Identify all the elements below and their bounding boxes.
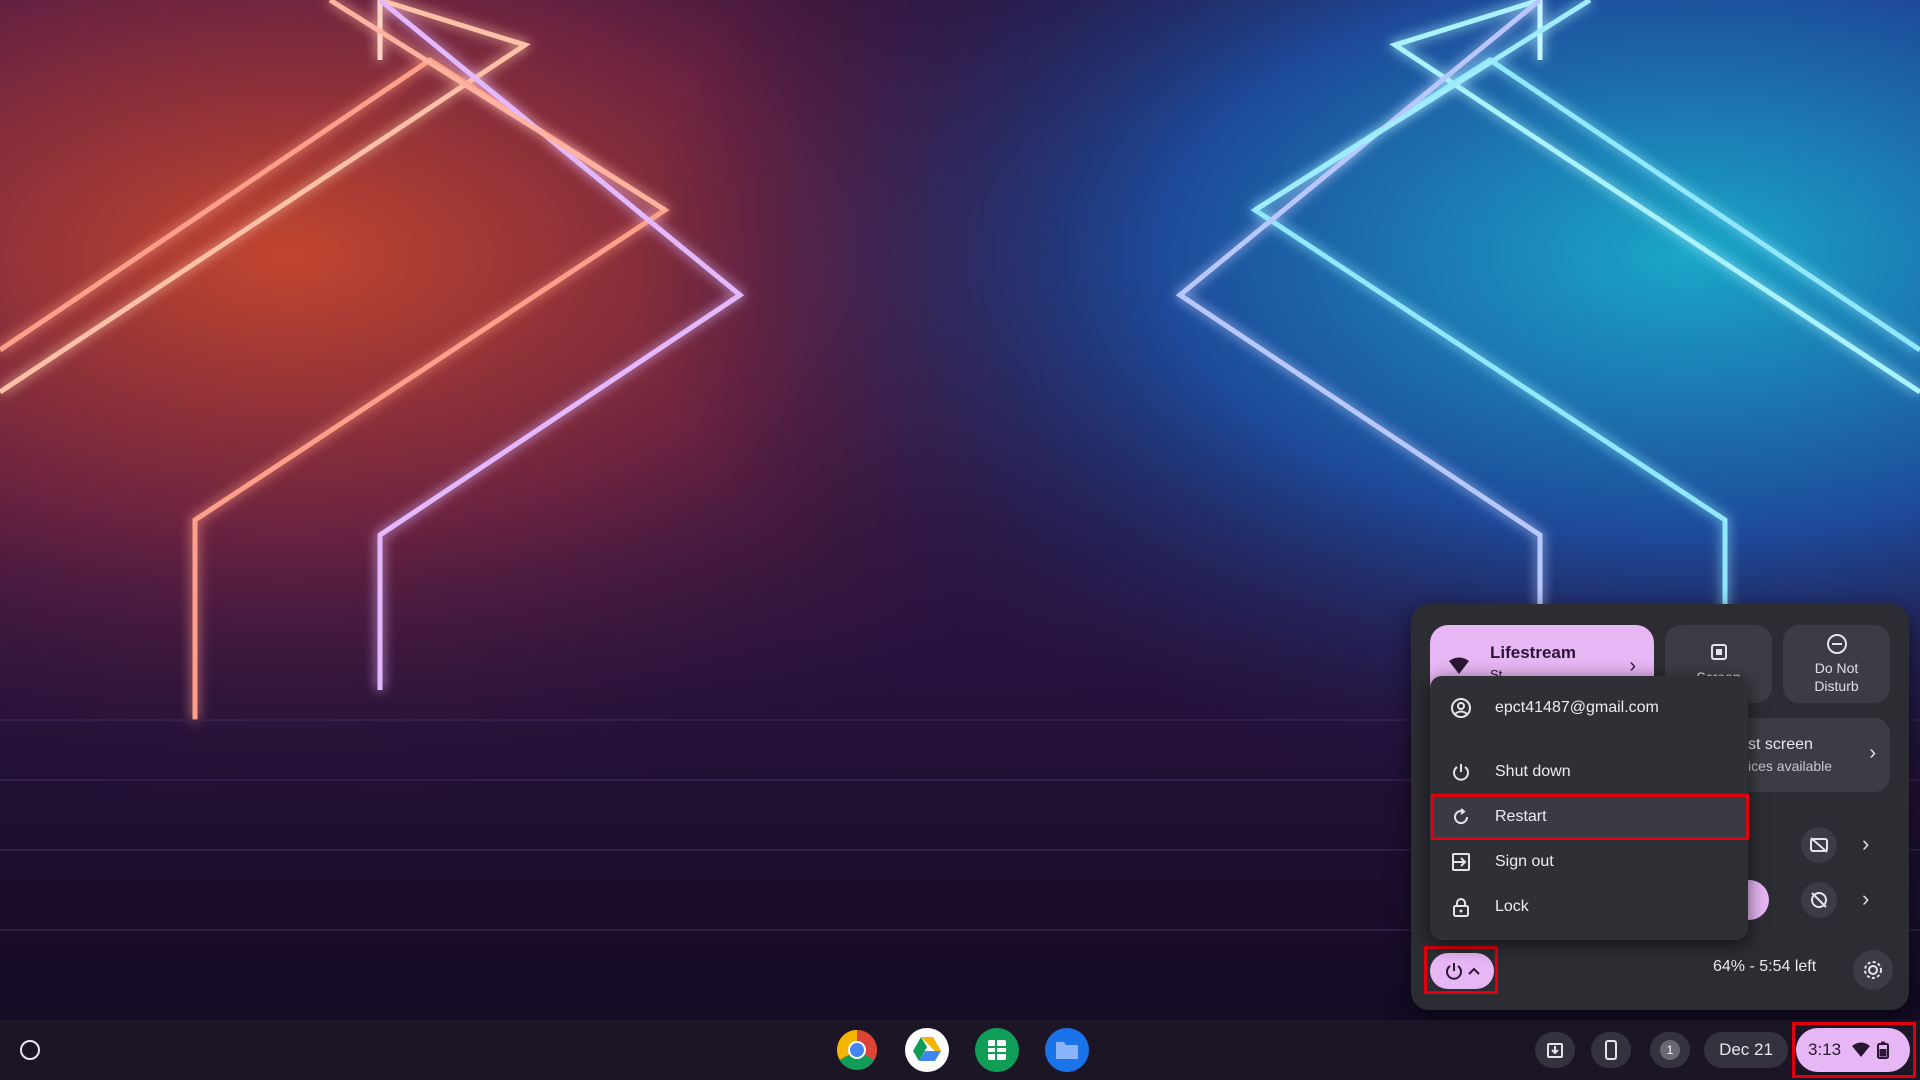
notification-button[interactable]: 1: [1650, 1032, 1690, 1068]
chevron-right-icon: ›: [1869, 742, 1876, 764]
gear-icon: [1864, 961, 1882, 979]
account-icon: [1451, 698, 1471, 718]
power-icon: [1453, 764, 1469, 781]
network-tile-title: Lifestream: [1490, 643, 1576, 662]
notification-count-badge: 1: [1660, 1040, 1680, 1060]
lock-label: Lock: [1495, 898, 1529, 915]
chevron-right-icon[interactable]: ›: [1862, 886, 1869, 912]
do-not-disturb-icon: [1826, 634, 1847, 654]
shelf: [0, 1020, 1920, 1080]
chrome-app[interactable]: [835, 1028, 879, 1072]
sheets-app[interactable]: [975, 1028, 1019, 1072]
screen-capture-icon: [1710, 644, 1727, 660]
camera-off-icon[interactable]: [1801, 827, 1837, 863]
drive-app[interactable]: [905, 1028, 949, 1072]
chrome-icon: [837, 1030, 877, 1070]
power-button-highlight: [1424, 946, 1498, 994]
sign-out-icon: [1452, 853, 1470, 871]
shut-down-menu-item[interactable]: Shut down: [1430, 750, 1748, 794]
battery-status: 64% - 5:54 left: [1713, 958, 1817, 975]
sign-out-menu-item[interactable]: Sign out: [1430, 840, 1748, 884]
phone-hub-button[interactable]: [1591, 1032, 1631, 1068]
settings-button[interactable]: [1853, 950, 1893, 990]
sign-out-label: Sign out: [1495, 853, 1554, 870]
chevron-right-icon: ›: [1629, 655, 1636, 677]
lock-menu-item[interactable]: Lock: [1430, 885, 1748, 929]
launcher-button[interactable]: [20, 1040, 40, 1060]
do-not-disturb-label: Do Not Disturb: [1814, 660, 1859, 694]
cast-tile-subtitle: ices available: [1748, 758, 1833, 774]
date-label: Dec 21: [1719, 1040, 1773, 1059]
chevron-right-icon[interactable]: ›: [1862, 831, 1869, 857]
sheets-icon: [975, 1028, 1019, 1072]
phone-icon: [1605, 1040, 1617, 1060]
drive-icon: [905, 1028, 949, 1072]
account-email: epct41487@gmail.com: [1495, 699, 1659, 716]
shut-down-label: Shut down: [1495, 763, 1571, 780]
wifi-icon: [1449, 657, 1469, 674]
status-area-highlight: [1792, 1022, 1916, 1078]
files-icon: [1045, 1028, 1089, 1072]
account-menu-item[interactable]: epct41487@gmail.com: [1430, 686, 1748, 730]
lock-icon: [1453, 898, 1469, 917]
date-button[interactable]: Dec 21: [1704, 1032, 1788, 1068]
cast-tile-title: st screen: [1748, 736, 1813, 753]
brightness-off-icon[interactable]: [1801, 882, 1837, 918]
files-app[interactable]: [1045, 1028, 1089, 1072]
do-not-disturb-tile[interactable]: Do Not Disturb: [1783, 625, 1890, 703]
download-tray-icon: [1547, 1043, 1563, 1058]
restart-highlight: [1431, 794, 1749, 840]
holding-space-button[interactable]: [1535, 1032, 1575, 1068]
